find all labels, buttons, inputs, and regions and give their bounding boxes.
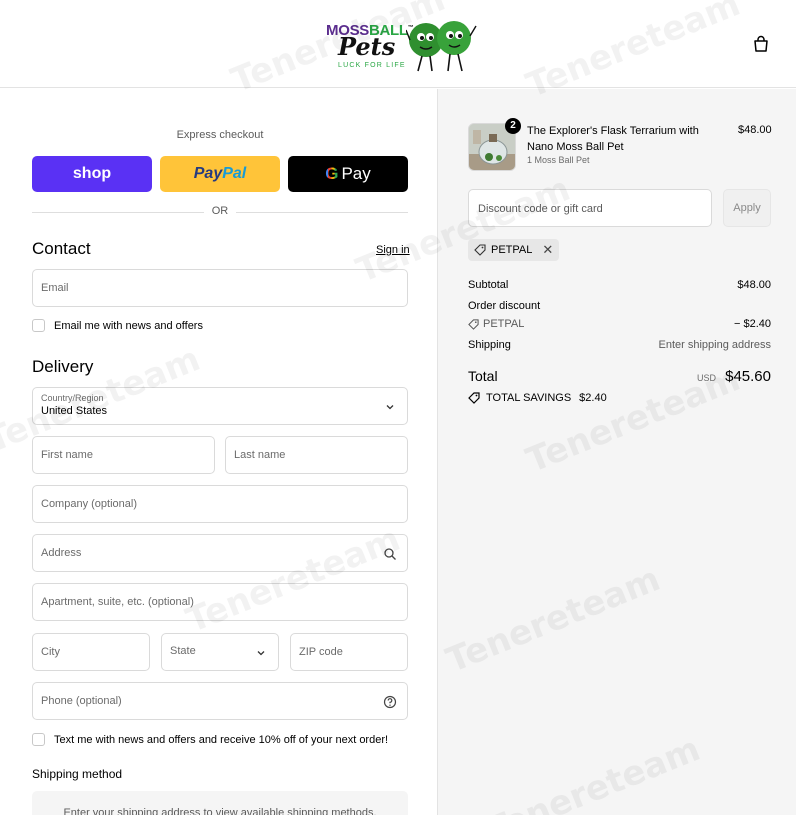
order-discount-label: Order discount: [468, 300, 541, 312]
product-variant: 1 Moss Ball Pet: [527, 155, 590, 165]
address-field[interactable]: Address: [32, 534, 408, 572]
country-label: Country/Region: [41, 393, 104, 403]
phone-placeholder: Phone (optional): [41, 695, 122, 707]
discount-code-field[interactable]: Discount code or gift card: [468, 189, 712, 227]
shipping-method-message: Enter your shipping address to view avai…: [63, 807, 377, 815]
tag-icon: [468, 392, 480, 404]
zip-placeholder: ZIP code: [299, 646, 343, 658]
state-select[interactable]: State: [161, 633, 279, 671]
text-offer-checkbox[interactable]: [32, 733, 45, 746]
sign-in-link[interactable]: Sign in: [376, 244, 410, 256]
product-title: The Explorer's Flask Terrarium with Nano…: [527, 125, 699, 153]
store-logo[interactable]: MOSSBALL™ Pets LUCK FOR LIFE: [324, 14, 484, 74]
address-placeholder: Address: [41, 547, 82, 559]
express-checkout-title: Express checkout: [176, 129, 264, 141]
google-pay-label: Pay: [341, 164, 371, 183]
city-placeholder: City: [41, 646, 60, 658]
chevron-down-icon: [257, 651, 265, 656]
help-icon[interactable]: [383, 695, 397, 709]
shipping-method-heading: Shipping method: [32, 767, 123, 781]
discount-code-label: PETPAL: [491, 244, 533, 256]
company-placeholder: Company (optional): [41, 498, 137, 510]
company-field[interactable]: Company (optional): [32, 485, 408, 523]
first-name-placeholder: First name: [41, 449, 93, 461]
subtotal-label: Subtotal: [468, 279, 509, 291]
remove-discount-icon[interactable]: ✕: [542, 242, 553, 258]
paypal-label-pal: Pal: [222, 165, 247, 182]
shipping-label: Shipping: [468, 339, 511, 351]
last-name-field[interactable]: Last name: [225, 436, 408, 474]
google-pay-button[interactable]: G Pay: [288, 156, 408, 192]
email-news-option[interactable]: Email me with news and offers: [32, 319, 203, 332]
zip-field[interactable]: ZIP code: [290, 633, 408, 671]
email-news-checkbox[interactable]: [32, 319, 45, 332]
email-field[interactable]: Email: [32, 269, 408, 307]
contact-heading: Contact: [32, 239, 91, 258]
total-savings: TOTAL SAVINGS $2.40: [468, 392, 607, 404]
currency-code: USD: [696, 373, 716, 383]
logo-pets-text: Pets: [338, 32, 396, 61]
subtotal-value: $48.00: [737, 279, 771, 291]
checkout-form: Express checkout shop Pay Pal G Pay OR Con…: [0, 89, 437, 815]
order-discount-value: − $2.40: [733, 318, 771, 330]
country-value: United States: [41, 405, 108, 417]
shopping-bag-icon[interactable]: [752, 35, 770, 53]
country-select[interactable]: Country/Region United States: [32, 387, 408, 425]
discount-placeholder: Discount code or gift card: [478, 203, 603, 215]
header: MOSSBALL™ Pets LUCK FOR LIFE: [0, 0, 796, 88]
chevron-down-icon: [386, 405, 394, 410]
city-field[interactable]: City: [32, 633, 150, 671]
shop-pay-button[interactable]: shop: [32, 156, 152, 192]
order-discount-code: PETPAL: [483, 318, 525, 330]
savings-value: $2.40: [579, 392, 607, 404]
first-name-field[interactable]: First name: [32, 436, 215, 474]
google-g-icon: G: [325, 164, 339, 183]
or-divider: OR: [32, 205, 408, 219]
tag-icon: [474, 244, 486, 256]
total-value: $45.60: [725, 368, 771, 385]
apartment-placeholder: Apartment, suite, etc. (optional): [41, 596, 194, 608]
tag-icon: [468, 318, 479, 330]
phone-field[interactable]: Phone (optional): [32, 682, 408, 720]
moss-ball-mascots-icon: [406, 21, 477, 72]
state-placeholder: State: [170, 645, 196, 657]
text-offer-label: Text me with news and offers and receive…: [54, 733, 389, 746]
email-news-label: Email me with news and offers: [54, 319, 203, 332]
total-label: Total: [468, 368, 498, 384]
savings-label: TOTAL SAVINGS: [486, 392, 572, 404]
shipping-value: Enter shipping address: [658, 339, 771, 351]
apartment-field[interactable]: Apartment, suite, etc. (optional): [32, 583, 408, 621]
order-summary: 2 The Explorer's Flask Terrarium with Na…: [437, 89, 796, 815]
shipping-method-box: Enter your shipping address to view avai…: [32, 791, 408, 815]
paypal-label-pay: Pay: [193, 165, 223, 182]
text-offer-option[interactable]: Text me with news and offers and receive…: [32, 733, 388, 746]
shop-pay-label: shop: [72, 165, 112, 182]
delivery-heading: Delivery: [32, 357, 94, 376]
or-label: OR: [211, 205, 229, 217]
applied-discount-tag: PETPAL ✕: [468, 239, 560, 261]
last-name-placeholder: Last name: [234, 449, 286, 461]
logo-tagline: LUCK FOR LIFE: [338, 62, 406, 69]
email-placeholder: Email: [41, 282, 69, 294]
quantity-badge: 2: [505, 118, 521, 134]
paypal-button[interactable]: Pay Pal: [160, 156, 280, 192]
search-icon[interactable]: [383, 547, 397, 561]
product-price: $48.00: [738, 124, 772, 136]
apply-discount-button[interactable]: Apply: [723, 189, 771, 227]
